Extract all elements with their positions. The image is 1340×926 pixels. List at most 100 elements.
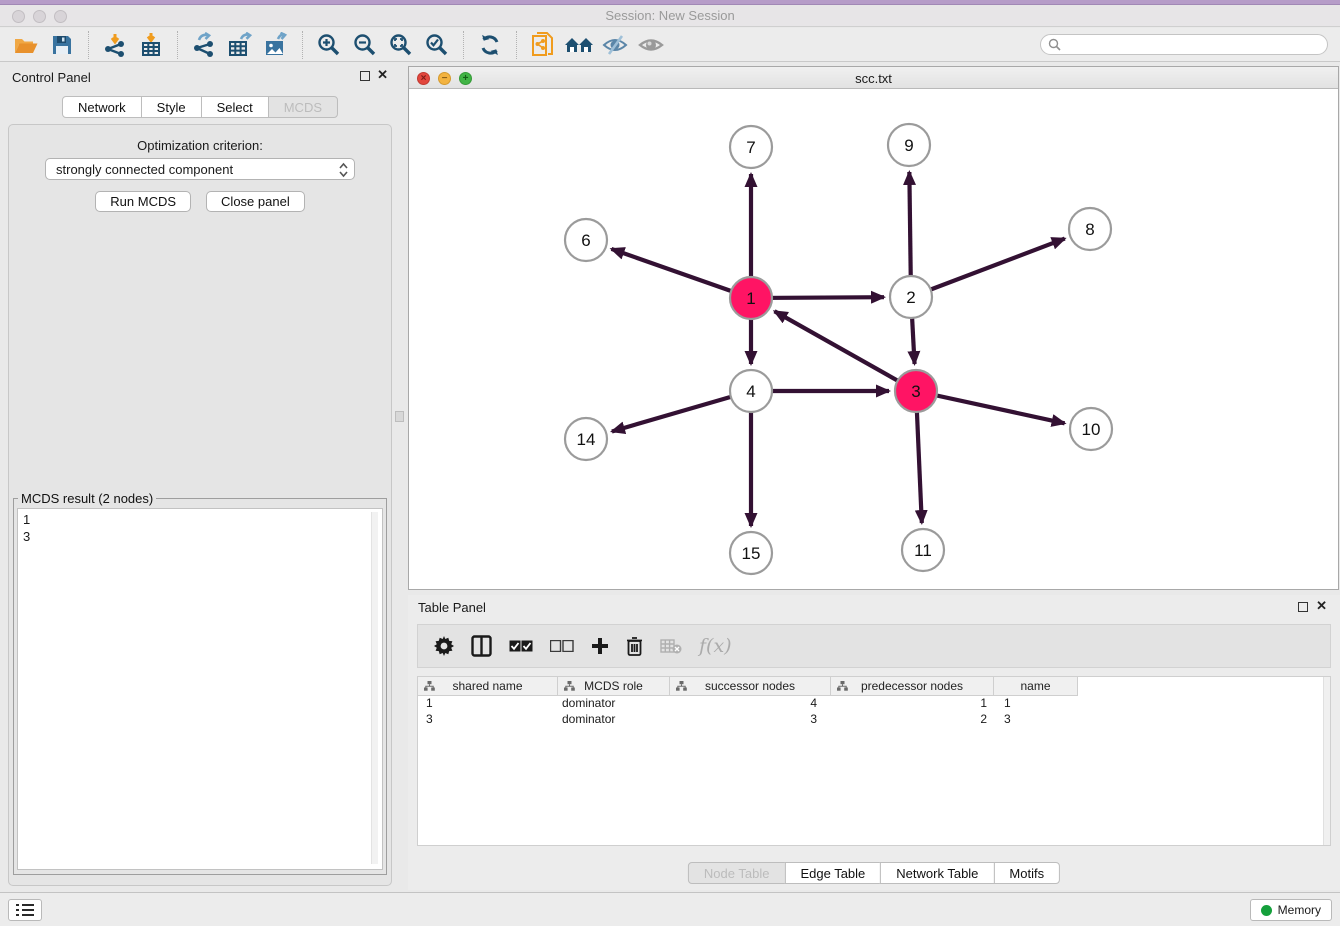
tab-motifs[interactable]: Motifs [993,862,1060,884]
open-folder-icon[interactable] [8,30,44,60]
mcds-result-group: MCDS result (2 nodes) 1 3 [13,491,387,875]
delete-column-trash-icon[interactable] [626,636,643,656]
toolbar-separator [88,31,89,59]
select-all-columns-icon[interactable] [509,640,533,652]
column-label: predecessor nodes [861,679,963,693]
tab-network-table[interactable]: Network Table [880,862,994,884]
graph-node-4[interactable]: 4 [730,370,772,412]
table-cell[interactable]: 2 [831,712,994,728]
graph-node-15[interactable]: 15 [730,532,772,574]
graph-node-9[interactable]: 9 [888,124,930,166]
tab-node-table[interactable]: Node Table [688,862,786,884]
float-panel-icon[interactable] [360,71,370,81]
table-toolbar: f(x) [417,624,1331,668]
column-header-successor-nodes[interactable]: successor nodes [670,677,831,696]
home-layout-icon[interactable] [561,30,597,60]
table-cell[interactable]: 3 [994,712,1078,728]
column-header-predecessor-nodes[interactable]: predecessor nodes [831,677,994,696]
edge-3-to-1[interactable] [775,311,916,391]
table-cell[interactable]: dominator [558,696,670,712]
table-cell[interactable]: dominator [558,712,670,728]
table-cell[interactable]: 1 [418,696,558,712]
graph-node-14[interactable]: 14 [565,418,607,460]
table-settings-gear-icon[interactable] [434,636,454,656]
tab-mcds[interactable]: MCDS [268,96,338,118]
graph-node-7[interactable]: 7 [730,126,772,168]
table-cell[interactable]: 1 [831,696,994,712]
criterion-select[interactable]: strongly connected component [45,158,355,180]
edge-3-to-10[interactable] [916,391,1065,423]
node-label: 7 [746,138,755,157]
network-window-titlebar[interactable]: × − + scc.txt [409,67,1338,89]
zoom-in-icon[interactable] [311,30,347,60]
table-cell[interactable]: 3 [670,712,831,728]
optimization-criterion-label: Optimization criterion: [9,138,391,153]
graph-node-6[interactable]: 6 [565,219,607,261]
node-label: 10 [1082,420,1101,439]
attribute-tree-icon [564,681,575,691]
close-panel-icon[interactable]: ✕ [1316,599,1327,613]
edge-2-to-8[interactable] [911,239,1065,297]
tab-select[interactable]: Select [201,96,269,118]
tab-network[interactable]: Network [62,96,142,118]
deselect-all-columns-icon[interactable] [550,640,574,652]
import-table-icon[interactable] [133,30,169,60]
app-titlebar: Session: New Session [0,5,1340,27]
graph-node-11[interactable]: 11 [902,529,944,571]
memory-button[interactable]: Memory [1250,899,1332,921]
graph-node-3[interactable]: 3 [895,370,937,412]
control-panel-tabs: NetworkStyleSelectMCDS [62,96,338,118]
splitter-grip[interactable] [395,411,404,422]
network-canvas[interactable]: 7 9 6 8 1 2 4 3 14 10 15 11 [410,90,1337,588]
task-history-button[interactable] [8,899,42,921]
zoom-fit-icon[interactable] [383,30,419,60]
column-header-MCDS-role[interactable]: MCDS role [558,677,670,696]
result-scrollbar[interactable] [371,512,378,864]
control-panel: Control Panel ✕ NetworkStyleSelectMCDS O… [0,62,400,892]
show-eye-icon[interactable] [633,30,669,60]
save-icon[interactable] [44,30,80,60]
node-label: 14 [577,430,596,449]
column-header-name[interactable]: name [994,677,1078,696]
tab-edge-table[interactable]: Edge Table [784,862,881,884]
float-panel-icon[interactable] [1298,602,1308,612]
delete-table-icon[interactable] [660,638,682,654]
table-scrollbar[interactable] [1323,677,1330,845]
graph-node-1[interactable]: 1 [730,277,772,319]
attribute-tree-icon [837,681,848,691]
close-panel-icon[interactable]: ✕ [377,68,388,82]
column-header-shared-name[interactable]: shared name [418,677,558,696]
mcds-result-text[interactable]: 1 3 [17,508,383,870]
table-cell[interactable]: 4 [670,696,831,712]
column-label: MCDS role [584,679,643,693]
graph-node-2[interactable]: 2 [890,276,932,318]
node-label: 3 [911,382,920,401]
table-cell[interactable]: 3 [418,712,558,728]
hide-eye-icon[interactable] [597,30,633,60]
zoom-selected-icon[interactable] [419,30,455,60]
tab-style[interactable]: Style [141,96,202,118]
node-label: 8 [1085,220,1094,239]
edge-1-to-6[interactable] [611,249,751,298]
zoom-out-icon[interactable] [347,30,383,60]
export-table-icon[interactable] [222,30,258,60]
search-input[interactable] [1066,38,1316,52]
search-field[interactable] [1040,34,1328,55]
show-columns-icon[interactable] [471,635,492,657]
close-panel-button[interactable]: Close panel [206,191,305,212]
export-image-icon[interactable] [258,30,294,60]
table-tabs: Node TableEdge TableNetwork TableMotifs [688,862,1060,884]
table-row[interactable]: 3dominator323 [418,712,1330,728]
graph-node-8[interactable]: 8 [1069,208,1111,250]
import-network-icon[interactable] [97,30,133,60]
mcds-tab-content: Optimization criterion: strongly connect… [8,124,392,886]
run-mcds-button[interactable]: Run MCDS [95,191,191,212]
table-cell[interactable]: 1 [994,696,1078,712]
clone-network-icon[interactable] [525,30,561,60]
graph-node-10[interactable]: 10 [1070,408,1112,450]
create-column-plus-icon[interactable] [591,637,609,655]
refresh-icon[interactable] [472,30,508,60]
export-network-icon[interactable] [186,30,222,60]
table-row[interactable]: 1dominator411 [418,696,1330,712]
function-builder-icon[interactable]: f(x) [699,635,732,657]
